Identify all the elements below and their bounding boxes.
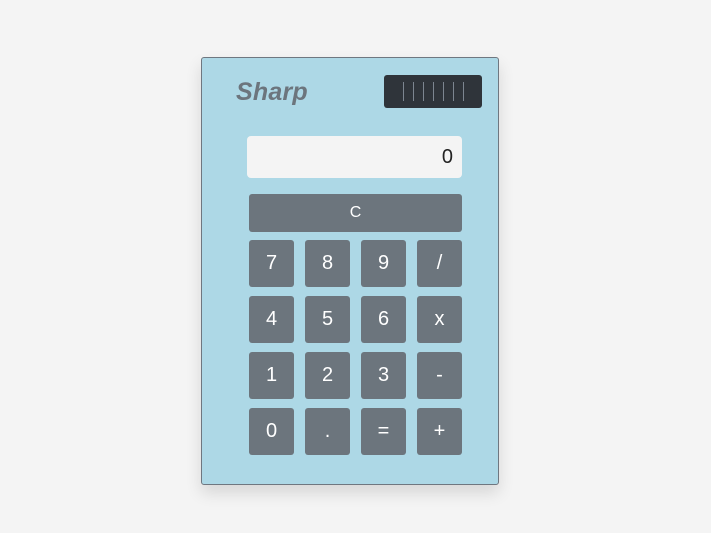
add-button[interactable]: + <box>417 408 462 455</box>
digit-9-button[interactable]: 9 <box>361 240 406 287</box>
equals-button[interactable]: = <box>361 408 406 455</box>
digit-7-button[interactable]: 7 <box>249 240 294 287</box>
calculator-display: 0 <box>247 136 462 178</box>
clear-button[interactable]: C <box>249 194 462 232</box>
digit-6-button[interactable]: 6 <box>361 296 406 343</box>
solar-cell <box>432 82 434 101</box>
solar-cell <box>452 82 454 101</box>
digit-8-button[interactable]: 8 <box>305 240 350 287</box>
solar-cell <box>462 82 464 101</box>
divide-button[interactable]: / <box>417 240 462 287</box>
subtract-button[interactable]: - <box>417 352 462 399</box>
digit-2-button[interactable]: 2 <box>305 352 350 399</box>
decimal-button[interactable]: . <box>305 408 350 455</box>
solar-panel-icon <box>384 75 482 108</box>
solar-cell <box>412 82 414 101</box>
digit-3-button[interactable]: 3 <box>361 352 406 399</box>
solar-cell <box>402 82 404 101</box>
digit-0-button[interactable]: 0 <box>249 408 294 455</box>
digit-1-button[interactable]: 1 <box>249 352 294 399</box>
solar-cell <box>442 82 444 101</box>
digit-4-button[interactable]: 4 <box>249 296 294 343</box>
digit-5-button[interactable]: 5 <box>305 296 350 343</box>
multiply-button[interactable]: x <box>417 296 462 343</box>
brand-logo: Sharp <box>236 78 308 106</box>
calculator: Sharp 0 C 7 8 9 / 4 5 6 x 1 2 3 - 0 . = … <box>201 57 499 485</box>
solar-cell <box>422 82 424 101</box>
